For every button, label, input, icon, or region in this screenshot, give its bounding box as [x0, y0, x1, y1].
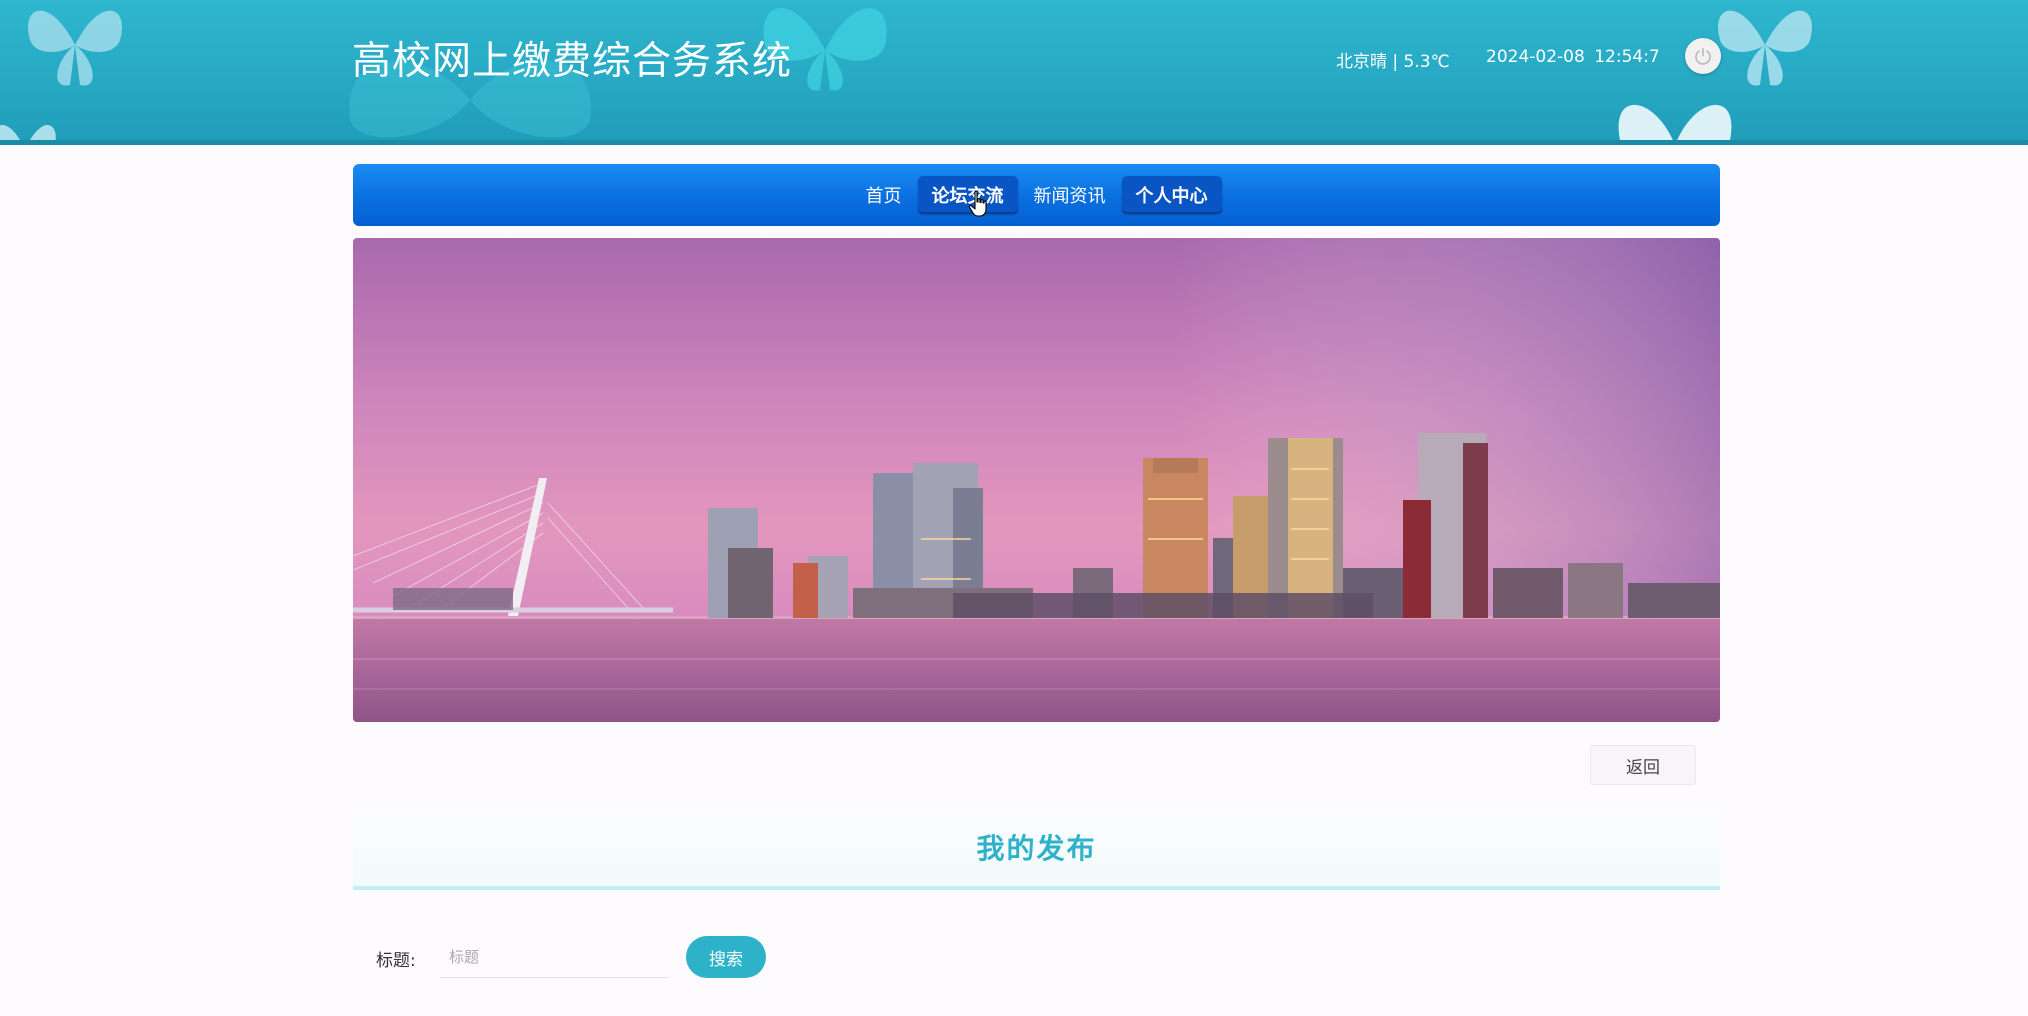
butterfly-decoration-icon — [1618, 104, 1732, 145]
main-nav: 首页 论坛交流 新闻资讯 个人中心 — [353, 164, 1720, 226]
nav-item-forum[interactable]: 论坛交流 — [917, 176, 1018, 214]
search-button[interactable]: 搜索 — [686, 936, 766, 978]
site-header: 高校网上缴费综合务系统 北京晴 | 5.3℃ 2024-02-08 12:54:… — [0, 0, 2028, 145]
section-header: 我的发布 — [353, 808, 1720, 890]
nav-item-home[interactable]: 首页 — [852, 176, 916, 214]
nav-item-news[interactable]: 新闻资讯 — [1020, 176, 1120, 214]
butterfly-decoration-icon — [28, 10, 122, 86]
banner-image — [353, 238, 1720, 722]
datetime: 2024-02-08 12:54:7 — [1486, 47, 1660, 67]
power-icon — [1695, 47, 1711, 65]
logout-button[interactable] — [1685, 38, 1721, 74]
section-title: 我的发布 — [976, 832, 1097, 865]
weather-info: 北京晴 | 5.3℃ — [1336, 52, 1450, 72]
search-label: 标题: — [376, 951, 416, 971]
site-title: 高校网上缴费综合务系统 — [352, 39, 793, 84]
butterfly-decoration-icon — [1718, 10, 1812, 86]
city-skyline-image — [353, 238, 1720, 722]
title-search-input[interactable] — [440, 936, 670, 978]
nav-item-profile[interactable]: 个人中心 — [1121, 176, 1222, 214]
current-time: 12:54:7 — [1594, 47, 1660, 67]
butterfly-decoration-icon — [0, 125, 56, 145]
current-date: 2024-02-08 — [1486, 47, 1585, 67]
back-button[interactable]: 返回 — [1590, 745, 1696, 785]
